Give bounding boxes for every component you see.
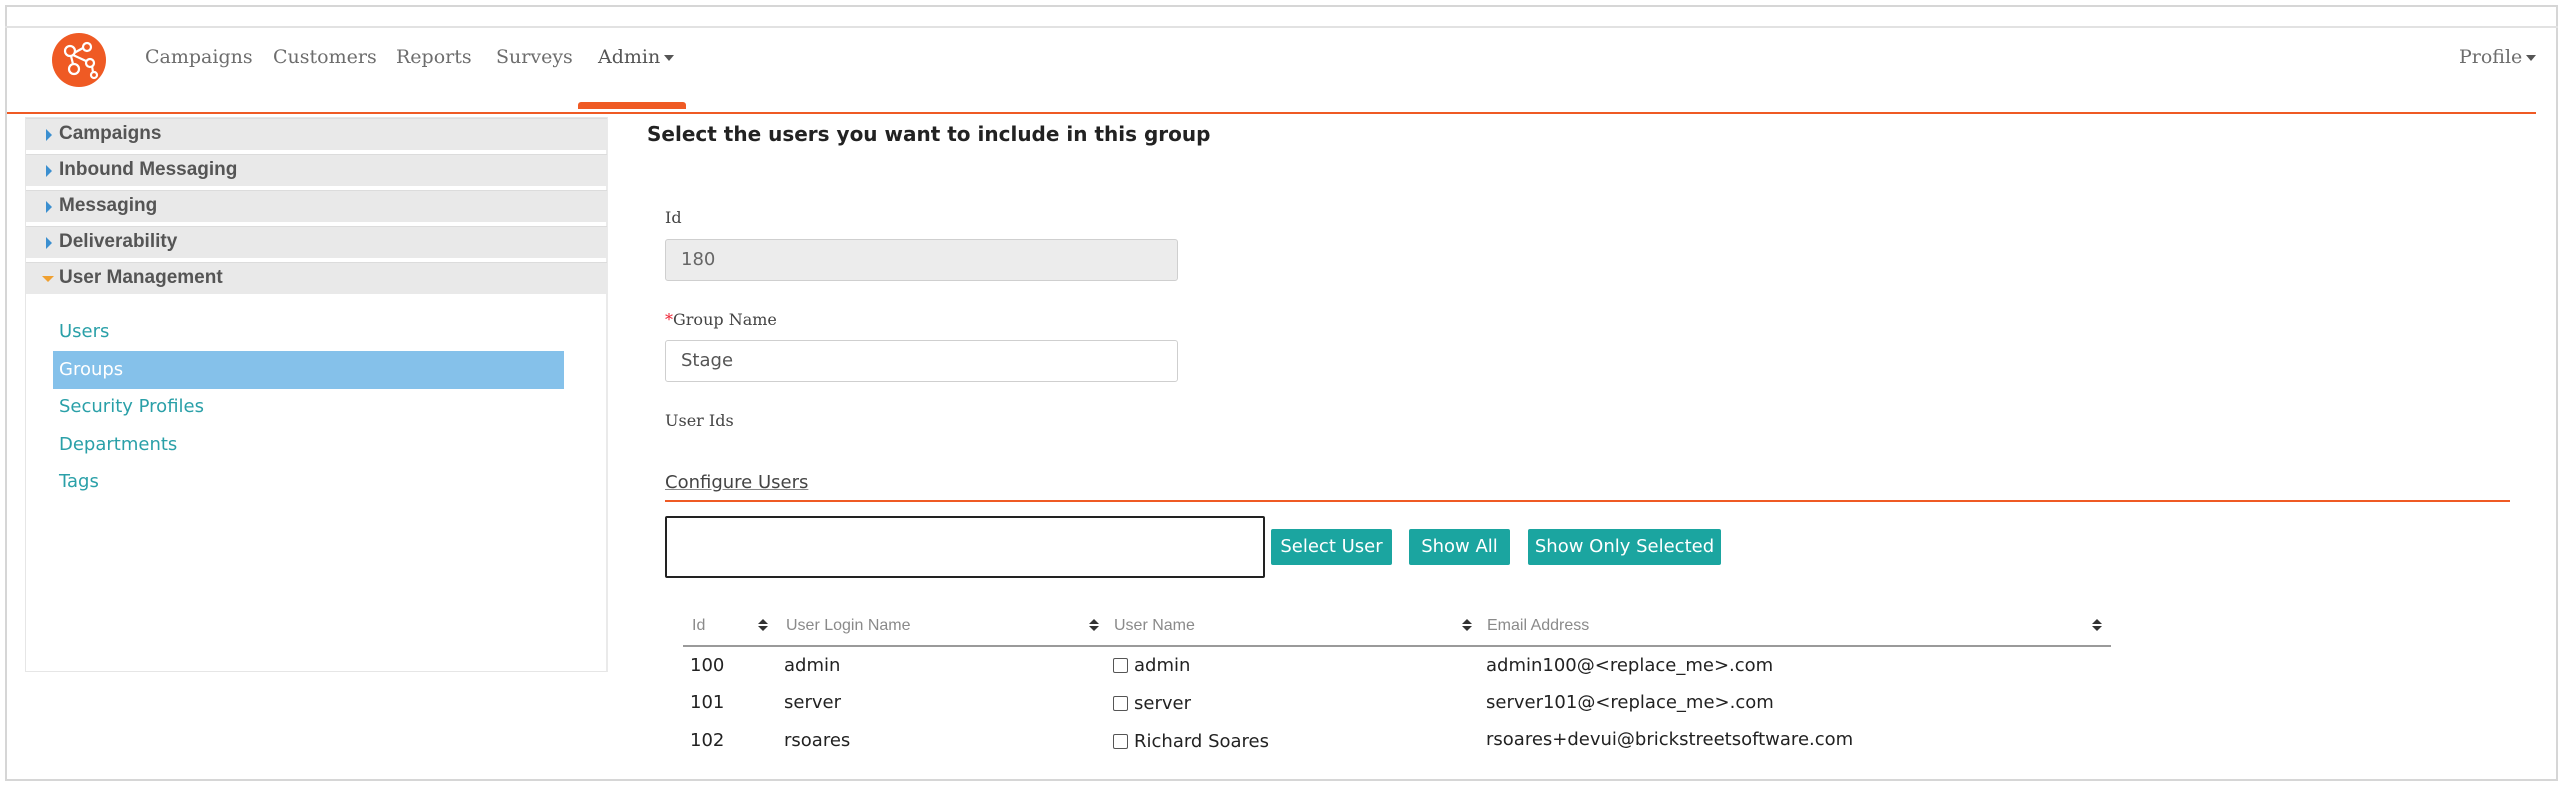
sidebar-section-label: Campaigns — [59, 123, 162, 144]
brand-logo-icon[interactable] — [50, 31, 108, 89]
select-user-button[interactable]: Select User — [1271, 529, 1392, 565]
table-header-divider — [683, 645, 2111, 647]
show-all-button[interactable]: Show All — [1409, 529, 1510, 565]
configure-users-divider — [665, 500, 2510, 502]
nav-divider — [7, 112, 2536, 114]
nav-profile-label: Profile — [2459, 46, 2523, 68]
cell-login-name: rsoares — [784, 730, 851, 751]
sidebar-section-label: Messaging — [59, 195, 158, 216]
caret-right-icon — [46, 165, 52, 177]
required-mark: * — [665, 310, 673, 329]
nav-profile[interactable]: Profile — [2459, 46, 2537, 68]
user-select-checkbox[interactable] — [1113, 734, 1128, 749]
caret-right-icon — [46, 201, 52, 213]
nav-admin[interactable]: Admin — [598, 46, 675, 68]
cell-id: 101 — [690, 692, 725, 713]
sort-icon[interactable] — [758, 617, 768, 633]
sidebar-section-user-management[interactable]: User Management — [26, 262, 607, 294]
sidebar-link-security-profiles[interactable]: Security Profiles — [59, 396, 204, 417]
sidebar: Campaigns Inbound Messaging Messaging De… — [25, 117, 608, 672]
cell-id: 100 — [690, 655, 725, 676]
sort-icon[interactable] — [1089, 617, 1099, 633]
id-label: Id — [665, 208, 682, 227]
sort-icon[interactable] — [1462, 617, 1472, 633]
cell-login-name: admin — [784, 655, 841, 676]
column-header-id[interactable]: Id — [692, 617, 705, 635]
cell-user-name: Richard Soares — [1134, 731, 1269, 752]
sidebar-link-tags[interactable]: Tags — [59, 471, 99, 492]
show-only-selected-button[interactable]: Show Only Selected — [1528, 529, 1721, 565]
sidebar-active-highlight — [53, 351, 564, 389]
caret-down-icon — [42, 276, 54, 282]
sidebar-section-messaging[interactable]: Messaging — [26, 190, 607, 222]
nav-admin-label: Admin — [598, 46, 661, 68]
column-header-email[interactable]: Email Address — [1487, 617, 1589, 635]
user-ids-label: User Ids — [665, 411, 734, 430]
id-field: 180 — [665, 239, 1178, 281]
sidebar-section-label: User Management — [59, 267, 223, 288]
caret-right-icon — [46, 129, 52, 141]
sidebar-section-label: Deliverability — [59, 231, 178, 252]
sidebar-section-inbound-messaging[interactable]: Inbound Messaging — [26, 154, 607, 186]
nav-campaigns[interactable]: Campaigns — [145, 46, 253, 68]
column-header-login-name[interactable]: User Login Name — [786, 617, 911, 635]
chevron-down-icon — [664, 55, 675, 61]
column-header-user-name[interactable]: User Name — [1114, 617, 1195, 635]
nav-active-indicator — [578, 102, 686, 109]
configure-users-title: Configure Users — [665, 472, 809, 493]
cell-email: rsoares+devui@brickstreetsoftware.com — [1486, 729, 1854, 750]
top-navbar: Campaigns Customers Reports Surveys Admi… — [7, 28, 2556, 112]
page-title: Select the users you want to include in … — [647, 122, 1211, 146]
group-name-field[interactable]: Stage — [665, 340, 1178, 382]
cell-user-name: admin — [1134, 655, 1191, 676]
cell-id: 102 — [690, 730, 725, 751]
sidebar-link-departments[interactable]: Departments — [59, 434, 177, 455]
group-name-label: *Group Name — [665, 310, 777, 329]
cell-login-name: server — [784, 692, 841, 713]
cell-email: admin100@<replace_me>.com — [1486, 655, 1774, 676]
nav-customers[interactable]: Customers — [273, 46, 377, 68]
cell-user-name: server — [1134, 693, 1191, 714]
sidebar-section-campaigns[interactable]: Campaigns — [26, 118, 607, 150]
chevron-down-icon — [2526, 55, 2537, 61]
sidebar-link-groups[interactable]: Groups — [59, 359, 123, 380]
caret-right-icon — [46, 237, 52, 249]
user-select-checkbox[interactable] — [1113, 696, 1128, 711]
nav-surveys[interactable]: Surveys — [496, 46, 573, 68]
sidebar-link-users[interactable]: Users — [59, 321, 109, 342]
sidebar-section-deliverability[interactable]: Deliverability — [26, 226, 607, 258]
cell-email: server101@<replace_me>.com — [1486, 692, 1774, 713]
nav-reports[interactable]: Reports — [396, 46, 472, 68]
sidebar-section-label: Inbound Messaging — [59, 159, 238, 180]
user-select-checkbox[interactable] — [1113, 658, 1128, 673]
group-name-label-text: Group Name — [673, 310, 777, 329]
user-search-input[interactable] — [665, 516, 1265, 578]
sort-icon[interactable] — [2092, 617, 2102, 633]
